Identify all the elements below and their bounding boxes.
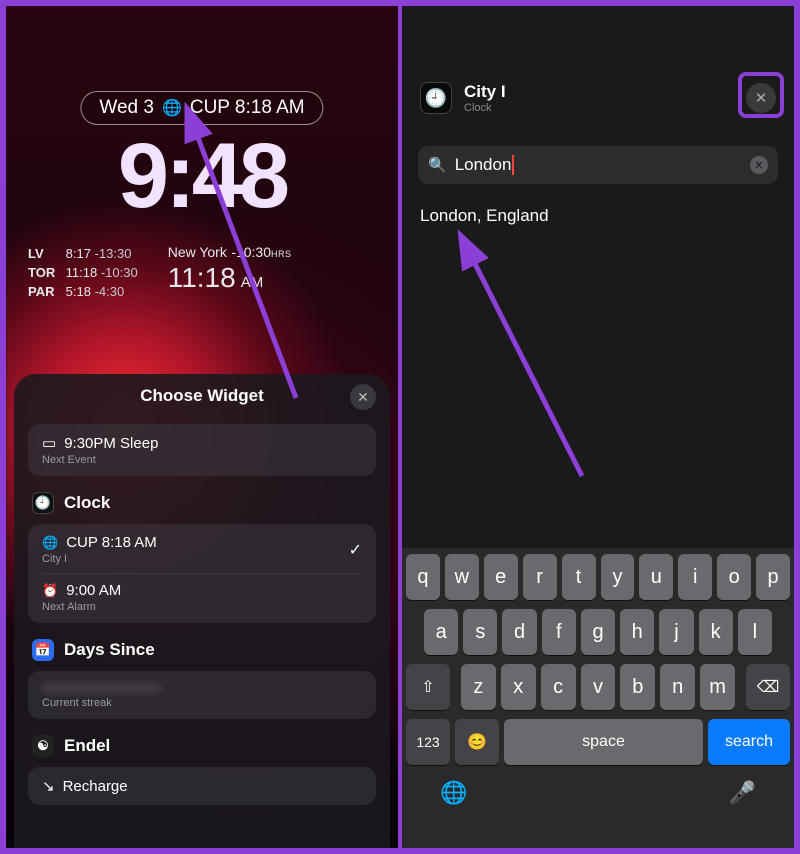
- choose-widget-sheet: Choose Widget ✕ ▭9:30PM Sleep Next Event…: [14, 374, 390, 848]
- key-k[interactable]: k: [699, 609, 733, 655]
- keyboard-row-1: qwertyuiop: [406, 554, 790, 600]
- key-c[interactable]: c: [541, 664, 576, 710]
- endel-widget-card[interactable]: ↘Recharge: [28, 767, 376, 805]
- clear-search-button[interactable]: ✕: [750, 156, 768, 174]
- endel-section-header: ☯ Endel: [14, 725, 390, 761]
- key-b[interactable]: b: [620, 664, 655, 710]
- world-clock-featured: New York -10:30HRS 11:18AM: [168, 244, 292, 301]
- date-label: Wed 3: [99, 97, 154, 119]
- key-y[interactable]: y: [601, 554, 635, 600]
- sheet-title: Choose Widget: [140, 386, 264, 406]
- days-since-icon: 📅: [32, 639, 54, 661]
- key-v[interactable]: v: [581, 664, 616, 710]
- header-subtitle: Clock: [464, 102, 506, 114]
- mic-key[interactable]: 🎤: [729, 780, 756, 806]
- key-r[interactable]: r: [523, 554, 557, 600]
- key-s[interactable]: s: [463, 609, 497, 655]
- key-a[interactable]: a: [424, 609, 458, 655]
- key-t[interactable]: t: [562, 554, 596, 600]
- clock-icon: 🕘: [32, 492, 54, 514]
- city-search-header: 🕘 City I Clock ✕: [402, 82, 794, 114]
- key-u[interactable]: u: [639, 554, 673, 600]
- key-x[interactable]: x: [501, 664, 536, 710]
- key-g[interactable]: g: [581, 609, 615, 655]
- key-p[interactable]: p: [756, 554, 790, 600]
- world-clock-widget-area[interactable]: LV 8:17 -13:30 TOR 11:18 -10:30 PAR 5:18…: [28, 244, 376, 301]
- key-f[interactable]: f: [542, 609, 576, 655]
- backspace-key[interactable]: ⌫: [746, 664, 790, 710]
- endel-icon: ☯: [32, 735, 54, 757]
- key-m[interactable]: m: [700, 664, 735, 710]
- key-z[interactable]: z: [461, 664, 496, 710]
- recharge-icon: ↘: [42, 777, 55, 795]
- text-cursor: [512, 155, 514, 175]
- key-w[interactable]: w: [445, 554, 479, 600]
- keyboard-row-2: asdfghjkl: [406, 609, 790, 655]
- clock-widget-card[interactable]: 🌐CUP 8:18 AM City I ✓ ⏰9:00 AM Next Alar…: [28, 524, 376, 623]
- search-text: London: [455, 155, 512, 174]
- key-i[interactable]: i: [678, 554, 712, 600]
- annotation-highlight: [738, 72, 784, 118]
- key-j[interactable]: j: [659, 609, 693, 655]
- days-since-section-header: 📅 Days Since: [14, 629, 390, 665]
- emoji-key[interactable]: 😊: [455, 719, 499, 765]
- number-key[interactable]: 123: [406, 719, 450, 765]
- key-n[interactable]: n: [660, 664, 695, 710]
- key-o[interactable]: o: [717, 554, 751, 600]
- globe-key[interactable]: 🌐: [440, 780, 467, 806]
- keyboard-row-3: ⇧ zxcvbnm ⌫: [406, 664, 790, 710]
- keyboard: qwertyuiop asdfghjkl ⇧ zxcvbnm ⌫ 123 😊 s…: [402, 548, 794, 848]
- world-clock-label: CUP 8:18 AM: [190, 97, 305, 119]
- alarm-icon: ⏰: [42, 583, 58, 599]
- checkmark-icon: ✓: [349, 540, 362, 560]
- city-search-input[interactable]: 🔍 London ✕: [418, 146, 778, 184]
- key-d[interactable]: d: [502, 609, 536, 655]
- header-title: City I: [464, 82, 506, 102]
- key-l[interactable]: l: [738, 609, 772, 655]
- key-q[interactable]: q: [406, 554, 440, 600]
- close-button[interactable]: ✕: [350, 384, 376, 410]
- clock-section-header: 🕘 Clock: [14, 482, 390, 518]
- days-since-widget-card[interactable]: Current streak: [28, 671, 376, 719]
- lock-screen-time: 9:48: [118, 124, 286, 229]
- search-key[interactable]: search: [708, 719, 790, 765]
- world-clock-list: LV 8:17 -13:30 TOR 11:18 -10:30 PAR 5:18…: [28, 244, 138, 301]
- space-key[interactable]: space: [504, 719, 703, 765]
- calendar-icon: ▭: [42, 434, 56, 452]
- calendar-widget-card[interactable]: ▭9:30PM Sleep Next Event: [28, 424, 376, 476]
- clock-icon: 🕘: [420, 82, 452, 114]
- shift-key[interactable]: ⇧: [406, 664, 450, 710]
- globe-icon: 🌐: [162, 98, 182, 118]
- search-icon: 🔍: [428, 156, 447, 174]
- date-world-clock-pill[interactable]: Wed 3 🌐 CUP 8:18 AM: [80, 91, 323, 125]
- redacted-content: [42, 681, 162, 695]
- search-result-item[interactable]: London, England: [420, 206, 549, 226]
- globe-icon: 🌐: [42, 535, 58, 551]
- key-h[interactable]: h: [620, 609, 654, 655]
- key-e[interactable]: e: [484, 554, 518, 600]
